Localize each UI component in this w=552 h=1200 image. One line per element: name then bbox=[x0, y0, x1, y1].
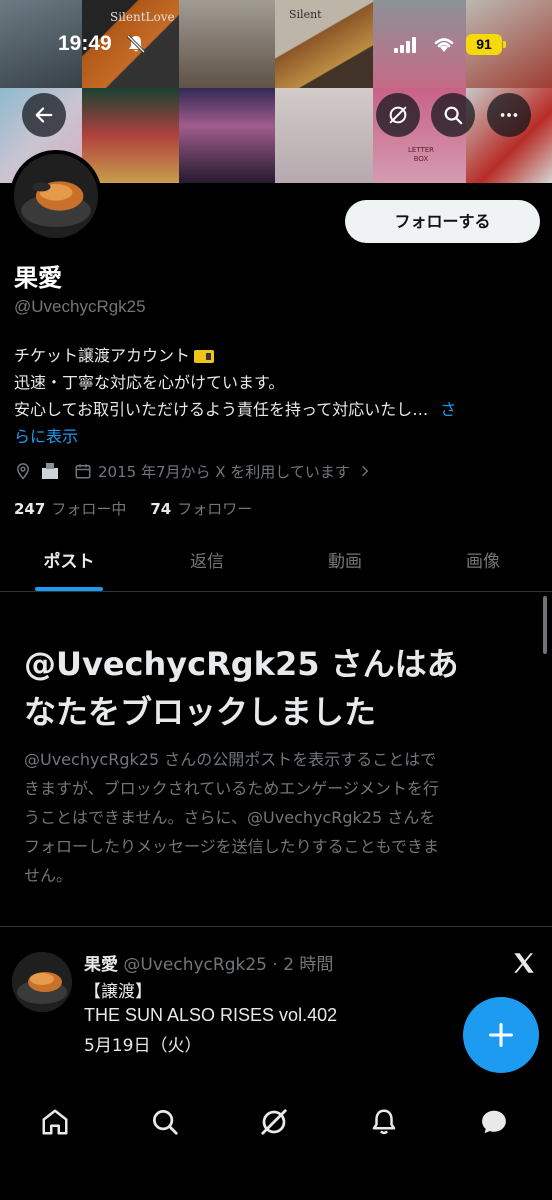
post-text-line: THE SUN ALSO RISES vol.402 bbox=[84, 1005, 338, 1025]
bio-line: チケット譲渡アカウント bbox=[14, 342, 542, 369]
status-time: 19:49 bbox=[58, 32, 112, 55]
blocked-desc-line: きますが、ブロックされているためエンゲージメントを行 bbox=[24, 779, 439, 798]
display-name: 果愛 bbox=[14, 264, 62, 292]
tab-replies[interactable]: 返信 bbox=[138, 540, 276, 591]
bio-text: 安心してお取引いただけるよう責任を持って対応いたし… bbox=[14, 400, 429, 419]
tab-videos[interactable]: 動画 bbox=[276, 540, 414, 591]
nav-notifications[interactable] bbox=[364, 1102, 404, 1142]
notifications-icon bbox=[372, 1109, 396, 1135]
post-author-name[interactable]: 果愛 bbox=[84, 955, 118, 975]
bell-off-icon bbox=[126, 34, 146, 54]
followers-label[interactable]: フォロワー bbox=[177, 498, 252, 519]
blocked-description: @UvechycRgk25 さんの公開ポストを表示することはで きますが、ブロッ… bbox=[24, 745, 528, 890]
post-text-line: 5月19日（火） bbox=[84, 1036, 202, 1056]
grok-icon bbox=[261, 1109, 287, 1135]
banner-overlay bbox=[0, 0, 552, 183]
chevron-right-icon bbox=[362, 465, 369, 477]
bio-line: 安心してお取引いただけるよう責任を持って対応いたし… さ bbox=[14, 396, 542, 423]
more-icon bbox=[500, 113, 518, 117]
search-icon bbox=[153, 1110, 178, 1135]
castle-icon bbox=[40, 462, 60, 480]
plus-icon bbox=[488, 1022, 514, 1048]
ticket-icon bbox=[194, 350, 215, 363]
more-button[interactable] bbox=[487, 93, 531, 137]
location-icon bbox=[16, 463, 30, 480]
tab-images[interactable]: 画像 bbox=[414, 540, 552, 591]
blocked-desc-line: @UvechycRgk25 さんの公開ポストを表示することはで bbox=[24, 750, 437, 769]
post-meta: @UvechycRgk25 · 2 時間 bbox=[123, 955, 334, 975]
battery-indicator: 91 bbox=[466, 34, 502, 55]
following-label[interactable]: フォロー中 bbox=[51, 498, 126, 519]
nav-messages[interactable] bbox=[474, 1102, 514, 1142]
x-logo-icon bbox=[514, 953, 534, 973]
joined-date[interactable]: 2015 年7月から X を利用しています bbox=[98, 461, 350, 482]
blocked-desc-line: フォローしたりメッセージを送信したりすることもできま bbox=[24, 837, 440, 856]
back-arrow-icon bbox=[35, 107, 53, 123]
follow-counts: 247 フォロー中 74 フォロワー bbox=[14, 498, 252, 519]
nav-home[interactable] bbox=[35, 1102, 75, 1142]
bio-text: チケット譲渡アカウント bbox=[14, 346, 191, 365]
blocked-title-line: @UvechycRgk25 さんはあ bbox=[24, 645, 459, 683]
bio-line: 迅速・丁寧な対応を心がけています。 bbox=[14, 373, 285, 392]
blocked-desc-line: せん。 bbox=[24, 866, 73, 885]
profile-avatar[interactable] bbox=[10, 150, 102, 242]
bottom-nav bbox=[0, 1074, 552, 1200]
grok-button[interactable] bbox=[376, 93, 420, 137]
blocked-title: @UvechycRgk25 さんはあ なたをブロックしました bbox=[24, 640, 524, 736]
post-avatar[interactable] bbox=[12, 952, 72, 1012]
post-text-line: 【譲渡】 bbox=[84, 982, 152, 1002]
post-header: 果愛 @UvechycRgk25 · 2 時間 bbox=[84, 950, 333, 975]
avatar-image bbox=[12, 952, 72, 1012]
profile-tabs: ポスト 返信 動画 画像 bbox=[0, 540, 552, 592]
avatar-image bbox=[14, 154, 98, 238]
divider bbox=[0, 926, 552, 927]
profile-bio: チケット譲渡アカウント 迅速・丁寧な対応を心がけています。 安心してお取引いただ… bbox=[14, 342, 542, 450]
following-count[interactable]: 247 bbox=[14, 500, 45, 518]
nav-search[interactable] bbox=[145, 1102, 185, 1142]
profile-handle: @UvechycRgk25 bbox=[14, 297, 146, 316]
show-more-link[interactable]: らに表示 bbox=[14, 423, 542, 450]
profile-banner[interactable]: SilentLove Silent LETTER BOX bbox=[0, 0, 552, 183]
wifi-icon bbox=[434, 38, 454, 52]
cell-signal-icon bbox=[394, 37, 416, 53]
search-button[interactable] bbox=[431, 93, 475, 137]
tab-posts[interactable]: ポスト bbox=[0, 540, 138, 591]
blocked-desc-line: うことはできません。さらに、@UvechycRgk25 さんを bbox=[24, 808, 436, 827]
messages-icon bbox=[482, 1110, 506, 1134]
scrollbar[interactable] bbox=[543, 596, 547, 654]
back-button[interactable] bbox=[22, 93, 66, 137]
battery-nub bbox=[503, 41, 506, 48]
calendar-icon bbox=[75, 464, 91, 479]
follow-button[interactable]: フォローする bbox=[345, 200, 540, 243]
nav-grok[interactable] bbox=[254, 1102, 294, 1142]
followers-count[interactable]: 74 bbox=[150, 500, 171, 518]
blocked-title-line: なたをブロックしました bbox=[24, 693, 377, 731]
grok-icon bbox=[389, 106, 407, 124]
profile-meta: 2015 年7月から X を利用しています bbox=[14, 458, 372, 484]
home-icon bbox=[42, 1109, 68, 1135]
show-more-link[interactable]: さ bbox=[440, 400, 456, 419]
search-icon bbox=[444, 106, 463, 125]
compose-button[interactable] bbox=[463, 997, 539, 1073]
